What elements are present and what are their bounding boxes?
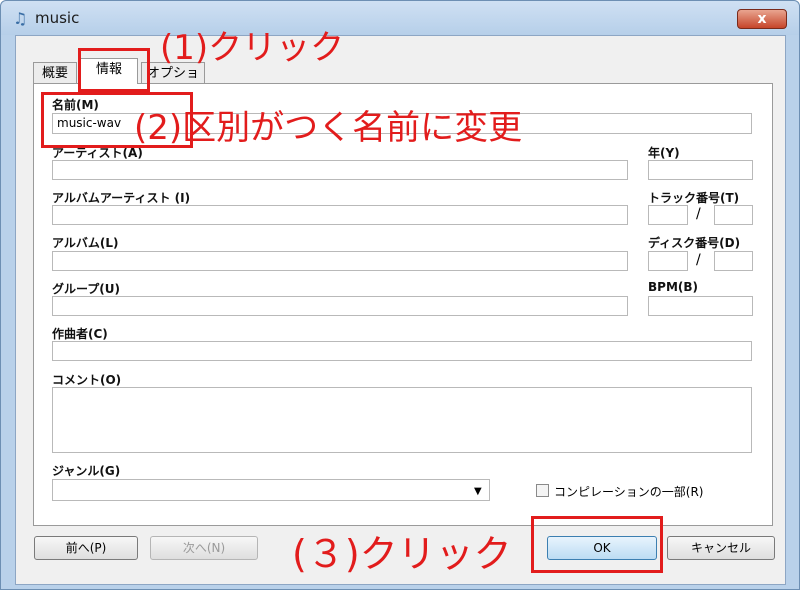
highlight-ok-button [531, 516, 663, 573]
composer-input[interactable] [52, 341, 752, 361]
group-input[interactable] [52, 296, 628, 316]
album-label: アルバム(L) [52, 236, 119, 250]
comment-textarea[interactable] [52, 387, 752, 453]
disc-number-input[interactable] [648, 251, 688, 271]
track-slash: / [696, 206, 701, 222]
track-number-label: トラック番号(T) [648, 191, 740, 205]
track-number-input[interactable] [648, 205, 688, 225]
comment-label: コメント(O) [52, 373, 122, 387]
year-label: 年(Y) [648, 146, 680, 160]
compilation-label: コンピレーションの一部(R) [554, 485, 704, 499]
cancel-button[interactable]: キャンセル [667, 536, 775, 560]
album-artist-input[interactable] [52, 205, 628, 225]
bpm-input[interactable] [648, 296, 753, 316]
group-label: グループ(U) [52, 282, 120, 296]
year-input[interactable] [648, 160, 753, 180]
chevron-down-icon[interactable]: ▼ [474, 486, 482, 497]
prev-button[interactable]: 前へ(P) [34, 536, 138, 560]
track-total-input[interactable] [714, 205, 753, 225]
album-input[interactable] [52, 251, 628, 271]
genre-select[interactable] [52, 479, 490, 501]
album-artist-label: アルバムアーティスト (I) [52, 191, 191, 205]
disc-total-input[interactable] [714, 251, 753, 271]
annotation-step2: (2)区別がつく名前に変更 [134, 108, 523, 148]
compilation-checkbox[interactable] [536, 484, 549, 497]
close-button[interactable]: x [737, 9, 787, 29]
music-note-icon: ♫ [13, 9, 28, 28]
window-title: music [35, 9, 80, 27]
genre-label: ジャンル(G) [52, 464, 121, 478]
bpm-label: BPM(B) [648, 280, 698, 294]
disc-slash: / [696, 252, 701, 268]
title-bar[interactable]: ♫ music x [1, 1, 799, 35]
annotation-step1: (1)クリック [160, 28, 345, 68]
disc-number-label: ディスク番号(D) [648, 236, 741, 250]
annotation-step3: (３)クリック [292, 532, 512, 576]
next-button[interactable]: 次へ(N) [150, 536, 258, 560]
composer-label: 作曲者(C) [52, 327, 108, 341]
artist-input[interactable] [52, 160, 628, 180]
highlight-info-tab [78, 48, 150, 92]
